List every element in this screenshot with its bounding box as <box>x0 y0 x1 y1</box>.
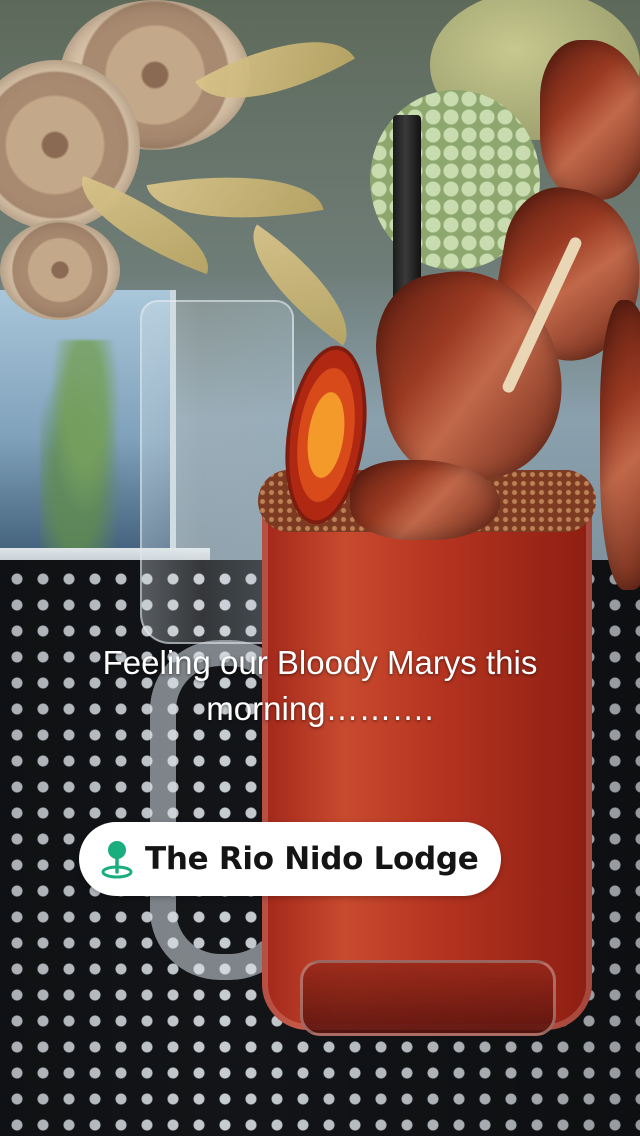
caption-line: Feeling our Bloody Marys this <box>102 644 538 681</box>
bloody-mary-mug <box>262 470 592 1030</box>
map-pin-icon <box>99 839 135 879</box>
location-name: The Rio Nido Lodge <box>145 840 479 877</box>
mug-base <box>300 960 556 1036</box>
caption-line: morning………. <box>206 690 434 727</box>
bloody-mary-photo <box>0 0 640 1136</box>
bacon-garnish <box>600 300 640 590</box>
location-tag-button[interactable]: The Rio Nido Lodge <box>79 822 501 896</box>
bacon-garnish <box>540 40 640 200</box>
background-plant <box>40 340 130 550</box>
post-caption: Feeling our Bloody Marys this morning………… <box>20 640 620 732</box>
dried-flower <box>0 220 120 320</box>
video-frame: Feeling our Bloody Marys this morning………… <box>0 0 640 1136</box>
